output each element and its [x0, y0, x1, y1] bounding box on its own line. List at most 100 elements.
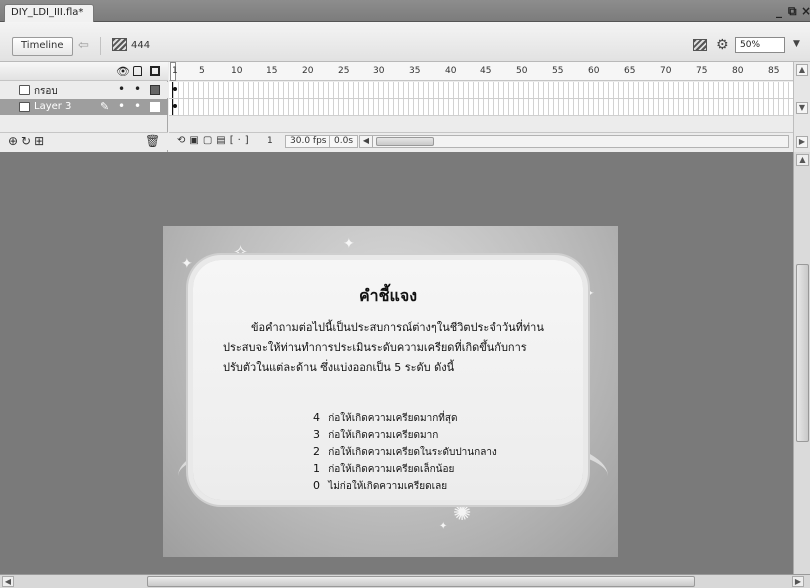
scroll-up-icon[interactable]: ▲ [796, 154, 809, 166]
sparkle-icon: ✦ [583, 286, 595, 302]
frame-grid[interactable] [169, 82, 793, 116]
ruler-number: 85 [768, 66, 780, 76]
pencil-icon: ✎ [100, 100, 110, 113]
layer-row[interactable]: กรอบ • • [0, 82, 168, 98]
visibility-dot-icon[interactable]: • [118, 82, 125, 96]
frame-row-divider [169, 98, 793, 99]
stage-area: ✦ ✧ ✦ ✦ ✺ ✦ คำชี้แจง ข้อคำถามต่อไปนี้เป็… [0, 152, 810, 574]
ruler-number: 25 [338, 66, 350, 76]
scale-list: 4 ก่อให้เกิดความเครียดมากที่สุด 3 ก่อให้… [313, 410, 563, 495]
layer-row-selected[interactable]: Layer 3 ✎ • • [0, 99, 168, 115]
restore-icon[interactable]: ⧉ [788, 4, 797, 19]
timeline-vscroll[interactable]: ▲ ▼ ▶ [793, 62, 810, 152]
stage-vscroll[interactable]: ▲ [793, 152, 810, 574]
scale-value: 0 [313, 479, 320, 492]
scale-item: 2 ก่อให้เกิดความเครียดในระดับปานกลาง [313, 444, 563, 461]
keyframe[interactable] [172, 82, 178, 98]
frame-row-divider [169, 115, 793, 116]
paragraph-line: ประสบจะให้ท่านทำการประเมินระดับความเครีย… [223, 341, 527, 354]
paragraph-line: ปรับตัวในแต่ละด้าน ซึ่งแบ่งออกเป็น 5 ระด… [223, 361, 455, 374]
scale-value: 3 [313, 428, 320, 441]
ruler-number: 70 [660, 66, 672, 76]
scale-label: ก่อให้เกิดความเครียดในระดับปานกลาง [328, 447, 497, 458]
stage-canvas[interactable]: ✦ ✧ ✦ ✦ ✺ ✦ คำชี้แจง ข้อคำถามต่อไปนี้เป็… [163, 226, 618, 557]
visibility-dot-icon[interactable]: • [118, 99, 125, 113]
scale-item: 4 ก่อให้เกิดความเครียดมากที่สุด [313, 410, 563, 427]
ruler-number: 45 [480, 66, 492, 76]
outline-color-icon[interactable] [150, 85, 160, 95]
timeline-panel: 👁 กรอบ • • Layer 3 ✎ • • ⊕↻⊞ 🗑 1 5 10 15… [0, 62, 810, 152]
edit-scene-icon[interactable] [693, 39, 707, 51]
scroll-down-icon[interactable]: ▼ [796, 102, 808, 114]
ruler-number: 55 [552, 66, 564, 76]
stage-hscroll[interactable]: ◀ ▶ [0, 574, 810, 588]
ruler-number: 35 [409, 66, 421, 76]
timeline-hscroll[interactable]: ◀ [359, 135, 789, 148]
onion-skin-icon[interactable]: ⟲▣▢▤[·] [177, 135, 253, 146]
paragraph-line: ข้อคำถามต่อไปนี้เป็นประสบการณ์ต่างๆในชีว… [251, 321, 544, 334]
scroll-left-icon[interactable]: ◀ [2, 576, 14, 587]
scroll-thumb[interactable] [147, 576, 695, 587]
scale-label: ก่อให้เกิดความเครียดเล็กน้อย [328, 464, 455, 475]
ruler-number: 80 [732, 66, 744, 76]
toolbar-divider [100, 37, 101, 55]
scroll-up-icon[interactable]: ▲ [796, 64, 808, 76]
edit-symbol-icon[interactable]: ⚙ [716, 37, 729, 53]
eye-icon[interactable]: 👁 [116, 65, 130, 78]
scale-label: ก่อให้เกิดความเครียดมาก [328, 430, 439, 441]
outline-icon[interactable] [150, 66, 160, 76]
ruler-number: 10 [231, 66, 243, 76]
layer-header: 👁 [0, 62, 168, 81]
minimize-icon[interactable]: _ [776, 4, 782, 18]
scale-label: ก่อให้เกิดความเครียดมากที่สุด [328, 413, 458, 424]
scroll-right-icon[interactable]: ▶ [796, 136, 808, 148]
new-layer-icon[interactable]: ⊕↻⊞ [8, 134, 47, 148]
sparkle-icon: ✦ [181, 256, 193, 272]
chevron-down-icon[interactable]: ▼ [793, 39, 800, 49]
instruction-panel: คำชี้แจง ข้อคำถามต่อไปนี้เป็นประสบการณ์ต… [193, 260, 583, 500]
keyframe[interactable] [172, 99, 178, 115]
scale-label: ไม่ก่อให้เกิดความเครียดเลย [328, 481, 448, 492]
lock-dot-icon[interactable]: • [134, 82, 141, 96]
trash-icon[interactable]: 🗑 [145, 134, 160, 148]
scale-item: 1 ก่อให้เกิดความเครียดเล็กน้อย [313, 461, 563, 478]
instruction-paragraph: ข้อคำถามต่อไปนี้เป็นประสบการณ์ต่างๆในชีว… [223, 318, 563, 378]
elapsed-time: 0.0s [329, 135, 359, 148]
frame-rate[interactable]: 30.0 fps [285, 135, 332, 148]
timeline-footer: ⟲▣▢▤[·] 1 30.0 fps 0.0s ◀ [169, 132, 793, 150]
frames-area[interactable]: 1 5 10 15 20 25 30 35 40 45 50 55 60 65 … [169, 62, 793, 132]
scene-label[interactable]: 444 [131, 40, 150, 51]
scale-item: 3 ก่อให้เกิดความเครียดมาก [313, 427, 563, 444]
ruler-number: 65 [624, 66, 636, 76]
layer-footer: ⊕↻⊞ 🗑 [0, 132, 168, 150]
scroll-thumb[interactable] [376, 137, 434, 146]
ruler-number: 20 [302, 66, 314, 76]
ruler-number: 60 [588, 66, 600, 76]
layer-name: Layer 3 [34, 101, 72, 112]
ruler-number: 15 [266, 66, 278, 76]
layer-name: กรอบ [34, 86, 58, 97]
scroll-left-icon[interactable]: ◀ [360, 136, 373, 147]
timeline-button[interactable]: Timeline [12, 37, 73, 56]
scroll-thumb[interactable] [796, 264, 809, 442]
zoom-select[interactable]: 50% [735, 37, 785, 53]
ruler-number: 1 [172, 66, 178, 76]
lock-dot-icon[interactable]: • [134, 99, 141, 113]
layer-list: 👁 กรอบ • • Layer 3 ✎ • • ⊕↻⊞ 🗑 [0, 62, 168, 152]
ruler-number: 5 [199, 66, 205, 76]
document-tab-bar: DIY_LDI_III.fla* _ ⧉ × [0, 0, 810, 22]
scroll-right-icon[interactable]: ▶ [792, 576, 804, 587]
outline-color-icon[interactable] [150, 102, 160, 112]
document-tab[interactable]: DIY_LDI_III.fla* [4, 4, 95, 22]
scale-value: 4 [313, 411, 320, 424]
back-arrow-icon[interactable]: ⇦ [78, 38, 89, 53]
close-icon[interactable]: × [801, 4, 810, 18]
sparkle-icon: ✦ [343, 236, 355, 252]
current-frame: 1 [267, 136, 273, 146]
scale-item: 0 ไม่ก่อให้เกิดความเครียดเลย [313, 478, 563, 495]
scale-value: 1 [313, 462, 320, 475]
layer-icon [19, 102, 30, 112]
scale-value: 2 [313, 445, 320, 458]
frame-ruler[interactable]: 1 5 10 15 20 25 30 35 40 45 50 55 60 65 … [169, 62, 793, 81]
lock-icon[interactable] [133, 66, 142, 76]
